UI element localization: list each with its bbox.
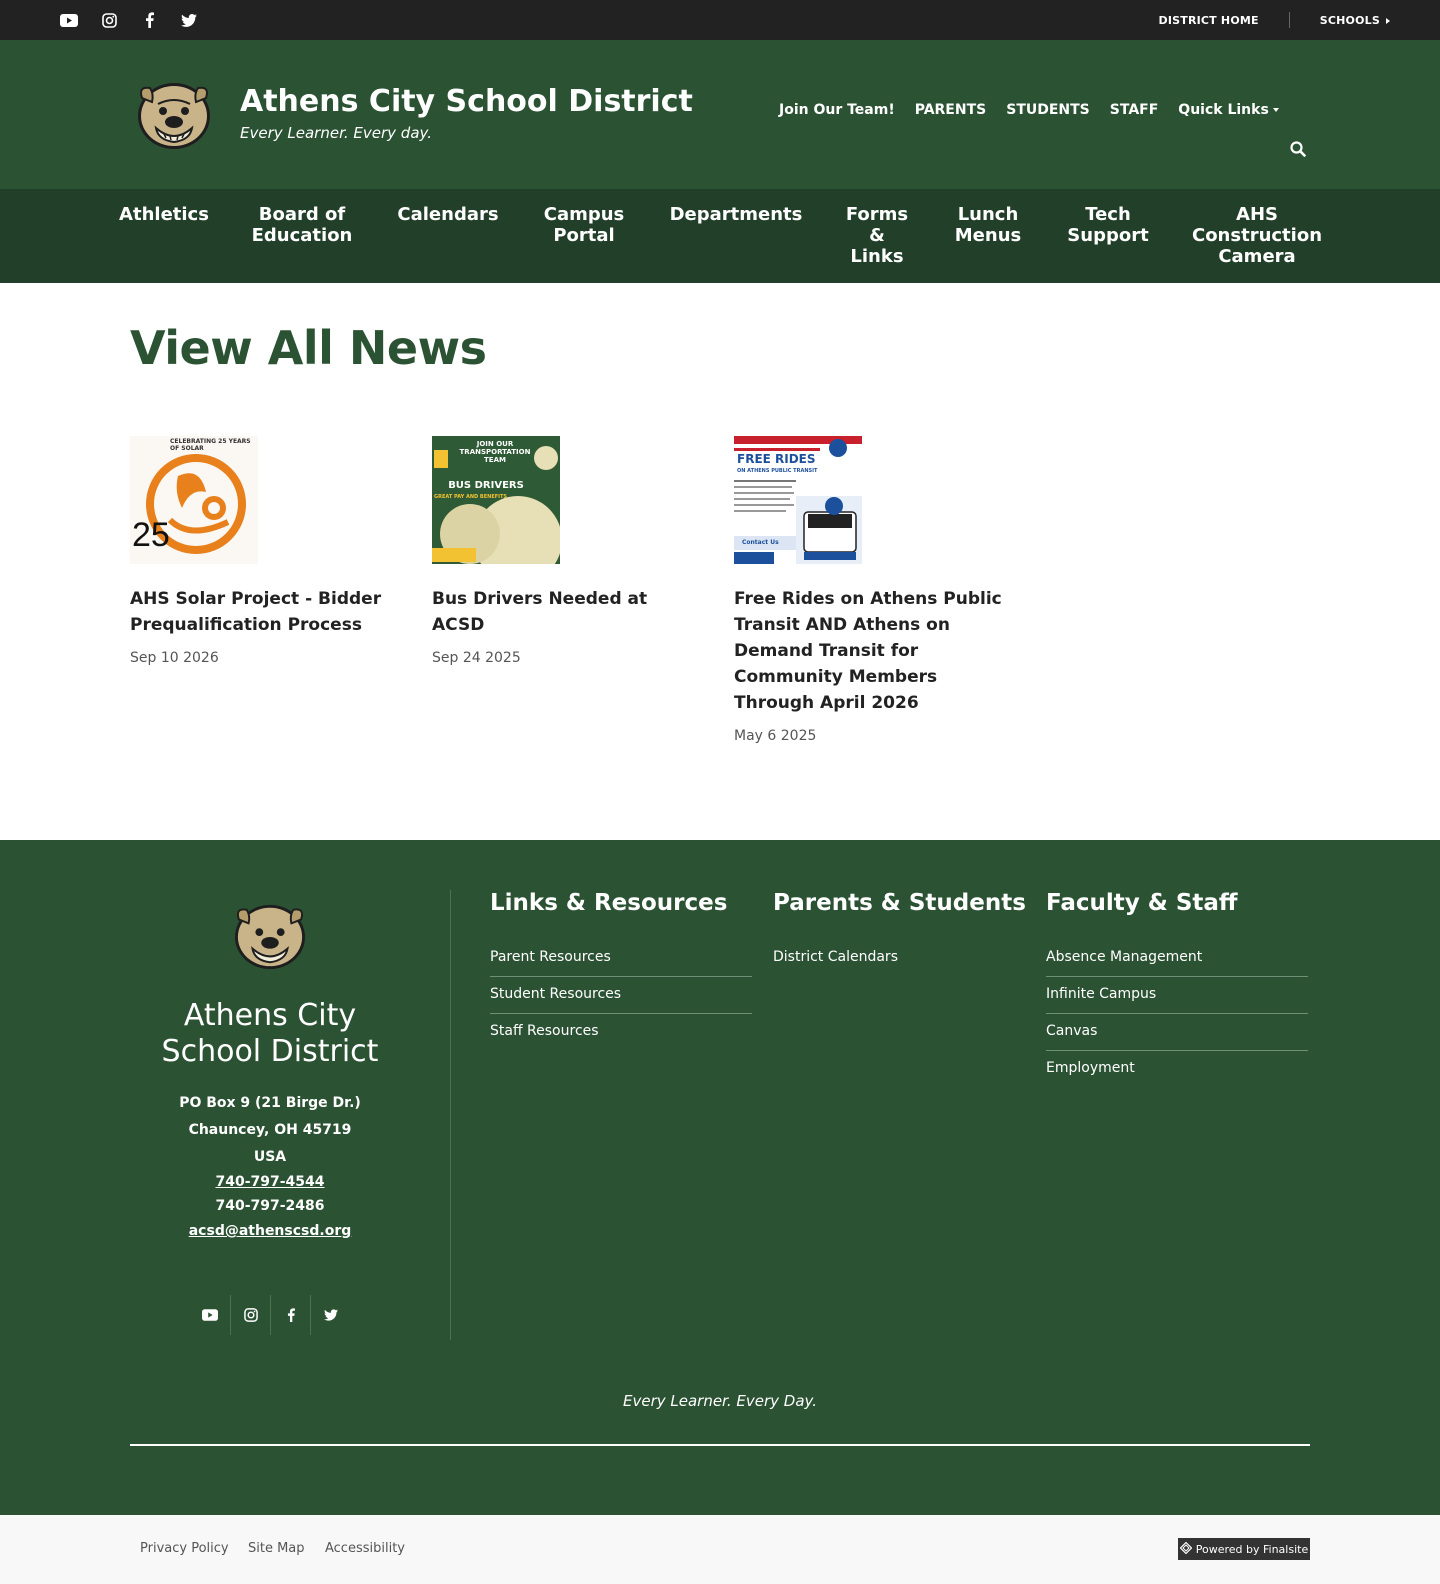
footer-link[interactable]: Infinite Campus: [1046, 977, 1308, 1014]
utility-bar: DISTRICT HOME SCHOOLS: [0, 0, 1440, 40]
footer-link[interactable]: Staff Resources: [490, 1014, 752, 1050]
privacy-policy-link[interactable]: Privacy Policy: [140, 1541, 229, 1556]
bottom-bar: Privacy Policy Site Map Accessibility Po…: [0, 1515, 1440, 1584]
nav-join-our-team[interactable]: Join Our Team!: [779, 102, 895, 118]
page-title: View All News: [130, 321, 487, 375]
facebook-icon[interactable]: [270, 1295, 310, 1335]
site-map-link[interactable]: Site Map: [248, 1541, 305, 1556]
footer-rule: [130, 1444, 1310, 1446]
thumb-caption: FREE RIDES: [737, 452, 816, 466]
main-nav-athletics[interactable]: Athletics: [114, 204, 214, 225]
main-nav-tech-support[interactable]: Tech Support: [1058, 204, 1158, 246]
instagram-icon[interactable]: [230, 1295, 270, 1335]
site-title[interactable]: Athens City School District: [240, 84, 693, 119]
news-thumbnail[interactable]: JOIN OUR TRANSPORTATION TEAM BUS DRIVERS…: [432, 436, 560, 564]
main-nav-calendars[interactable]: Calendars: [394, 204, 502, 225]
site-tagline: Every Learner. Every day.: [240, 124, 432, 142]
caret-right-icon: [1386, 17, 1390, 24]
news-title[interactable]: AHS Solar Project - Bidder Prequalificat…: [130, 586, 402, 638]
quick-links-label: Quick Links: [1178, 102, 1269, 118]
news-title[interactable]: Bus Drivers Needed at ACSD: [432, 586, 704, 638]
footer-link[interactable]: Employment: [1046, 1051, 1308, 1087]
footer-divider: [450, 890, 451, 1340]
news-date: Sep 24 2025: [432, 650, 521, 666]
news-date: Sep 10 2026: [130, 650, 219, 666]
news-title[interactable]: Free Rides on Athens Public Transit AND …: [734, 586, 1006, 716]
phone-link[interactable]: 740-797-4544: [130, 1171, 410, 1193]
accessibility-link[interactable]: Accessibility: [325, 1541, 405, 1556]
news-card[interactable]: CELEBRATING 25 YEARS OF SOLAR 25 AHS Sol…: [130, 436, 402, 666]
main-nav-campus-portal[interactable]: Campus Portal: [534, 204, 634, 246]
main-nav-ahs-construction-camera[interactable]: AHS Construction Camera: [1186, 204, 1328, 267]
twitter-icon[interactable]: [310, 1295, 350, 1335]
news-date: May 6 2025: [734, 728, 817, 744]
thumb-caption: JOIN OUR TRANSPORTATION TEAM: [459, 440, 531, 464]
news-thumbnail[interactable]: FREE RIDES ON ATHENS PUBLIC TRANSIT Cont…: [734, 436, 862, 564]
thumb-subtitle: ON ATHENS PUBLIC TRANSIT: [737, 468, 818, 474]
powered-by-label: Powered by Finalsite: [1195, 1542, 1309, 1556]
address-line: Chauncey, OH 45719: [188, 1122, 352, 1138]
email-link[interactable]: acsd@athenscsd.org: [130, 1220, 410, 1242]
footer-link[interactable]: Parent Resources: [490, 940, 752, 977]
footer-motto: Every Learner. Every Day.: [622, 1392, 818, 1410]
bulldog-logo[interactable]: [134, 78, 214, 152]
utility-divider: [1288, 12, 1290, 28]
footer-link[interactable]: Canvas: [1046, 1014, 1308, 1051]
site-footer: Athens City School District PO Box 9 (21…: [0, 840, 1440, 1515]
facebook-icon[interactable]: [140, 11, 158, 29]
nav-quick-links[interactable]: Quick Links: [1178, 102, 1279, 118]
chevron-down-icon: [1272, 108, 1279, 112]
finalsite-icon: [1179, 1541, 1193, 1557]
footer-faculty-staff: Faculty & Staff Absence Management Infin…: [1046, 890, 1308, 1087]
utility-links: DISTRICT HOME SCHOOLS: [1159, 12, 1390, 28]
district-home-link[interactable]: DISTRICT HOME: [1159, 14, 1259, 27]
fax-number: 740-797-2486: [215, 1198, 325, 1214]
site-header: Athens City School District Every Learne…: [0, 40, 1440, 189]
main-content: View All News CELEBRATING 25 YEARS OF SO…: [0, 283, 1440, 840]
main-nav-forms-links[interactable]: Forms & Links: [837, 204, 917, 267]
address-line: PO Box 9 (21 Birge Dr.): [179, 1095, 361, 1111]
main-nav-departments[interactable]: Departments: [664, 204, 808, 225]
footer-column-heading: Parents & Students: [773, 890, 1026, 916]
footer-district-name: Athens City School District: [161, 998, 379, 1069]
instagram-icon[interactable]: [100, 11, 118, 29]
main-nav-lunch-menus[interactable]: Lunch Menus: [943, 204, 1033, 246]
footer-social-links: [190, 1295, 350, 1335]
schools-label: SCHOOLS: [1319, 13, 1380, 27]
footer-link[interactable]: District Calendars: [773, 940, 1035, 976]
thumb-small-text: GREAT PAY AND BENEFITS: [434, 494, 508, 500]
address-line: USA: [253, 1149, 287, 1165]
footer-column-heading: Faculty & Staff: [1046, 890, 1238, 916]
schools-dropdown[interactable]: SCHOOLS: [1320, 14, 1390, 27]
search-icon[interactable]: [1290, 141, 1308, 159]
thumb-caption: CELEBRATING 25 YEARS OF SOLAR: [170, 438, 251, 452]
nav-staff[interactable]: STAFF: [1110, 102, 1159, 118]
thumb-number: 25: [132, 516, 170, 554]
youtube-icon[interactable]: [60, 11, 78, 29]
twitter-icon[interactable]: [180, 11, 198, 29]
thumb-subtitle: BUS DRIVERS: [448, 480, 524, 491]
header-nav: Join Our Team! PARENTS STUDENTS STAFF Qu…: [779, 102, 1279, 118]
news-thumbnail[interactable]: CELEBRATING 25 YEARS OF SOLAR 25: [130, 436, 258, 564]
footer-links-resources: Links & Resources Parent Resources Stude…: [490, 890, 752, 1050]
footer-parents-students: Parents & Students District Calendars: [773, 890, 1035, 976]
thumb-small-text: Contact Us: [742, 539, 779, 546]
social-links: [60, 11, 198, 29]
footer-link[interactable]: Absence Management: [1046, 940, 1308, 977]
footer-address: PO Box 9 (21 Birge Dr.) Chauncey, OH 457…: [130, 1090, 410, 1242]
nav-parents[interactable]: PARENTS: [915, 102, 987, 118]
news-card[interactable]: JOIN OUR TRANSPORTATION TEAM BUS DRIVERS…: [432, 436, 704, 666]
footer-bulldog-logo: [230, 900, 310, 972]
news-card[interactable]: FREE RIDES ON ATHENS PUBLIC TRANSIT Cont…: [734, 436, 1006, 744]
youtube-icon[interactable]: [190, 1295, 230, 1335]
footer-link[interactable]: Student Resources: [490, 977, 752, 1014]
main-nav-board-of-education[interactable]: Board of Education: [246, 204, 358, 246]
main-nav: Athletics Board of Education Calendars C…: [0, 189, 1440, 283]
nav-students[interactable]: STUDENTS: [1006, 102, 1090, 118]
powered-by-badge[interactable]: Powered by Finalsite: [1178, 1538, 1310, 1560]
footer-column-heading: Links & Resources: [490, 890, 728, 916]
